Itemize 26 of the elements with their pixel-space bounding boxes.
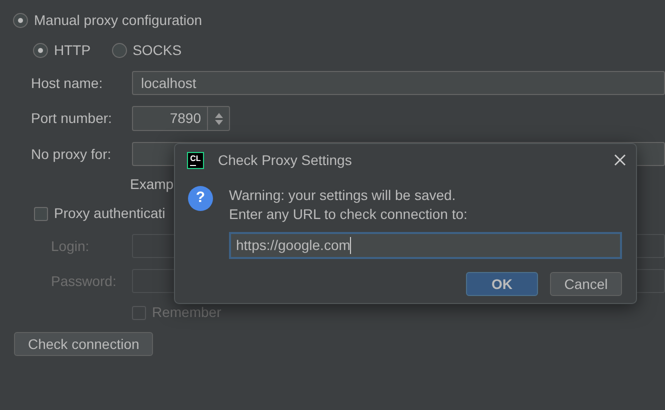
input-field[interactable]: localhost: [132, 71, 665, 95]
up-down-arrows-icon[interactable]: [214, 112, 224, 126]
radio-button[interactable]: [33, 43, 48, 58]
radio-label: SOCKS: [132, 41, 182, 60]
radio-label: HTTP: [54, 41, 91, 60]
radio-label: Manual proxy configuration: [34, 11, 202, 30]
cancel-button[interactable]: Cancel: [550, 272, 622, 296]
field-label: No proxy for:: [31, 144, 112, 164]
dialog-message: Warning: your settings will be saved.: [229, 186, 457, 205]
close-icon[interactable]: [614, 154, 626, 166]
checkbox[interactable]: [34, 206, 48, 220]
hint-text: Examp: [130, 176, 174, 192]
spinner-value: 7890: [168, 109, 202, 128]
field-label: Port number:: [31, 109, 113, 128]
radio-button[interactable]: [112, 43, 127, 58]
number-spinner[interactable]: 7890: [132, 106, 230, 131]
field-label: Host name:: [31, 74, 104, 92]
ok-button[interactable]: OK: [466, 272, 538, 296]
app-logo-icon: CL: [187, 152, 204, 168]
check-connection-button[interactable]: Check connection: [14, 332, 154, 356]
question-icon: ?: [188, 186, 213, 211]
dialog-title: Check Proxy Settings: [218, 150, 353, 170]
url-field[interactable]: https://google.com: [229, 232, 622, 259]
dialog-message: Enter any URL to check connection to:: [229, 205, 468, 224]
checkbox-label: Proxy authenticati: [54, 204, 166, 223]
radio-button[interactable]: [13, 13, 28, 28]
